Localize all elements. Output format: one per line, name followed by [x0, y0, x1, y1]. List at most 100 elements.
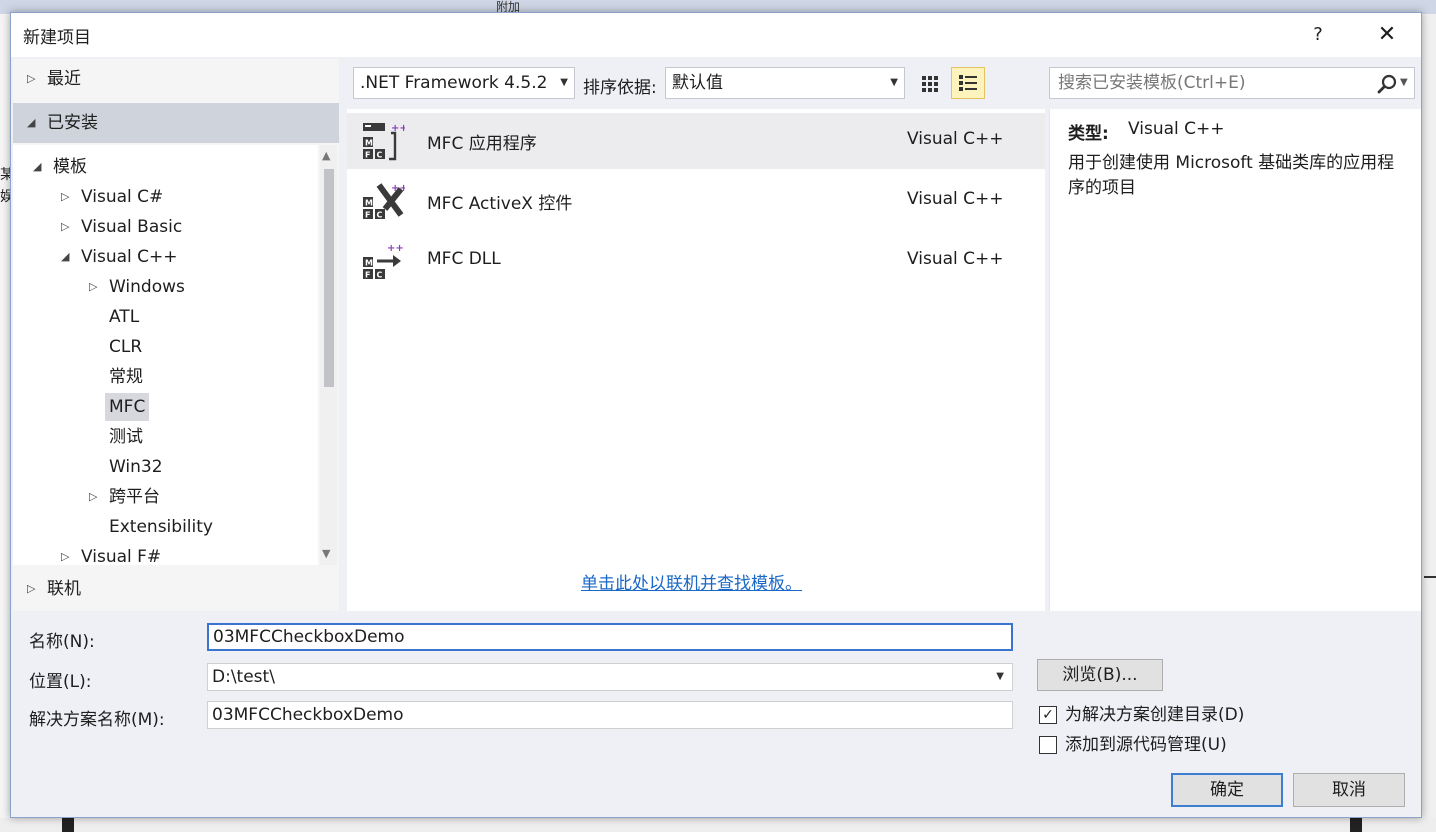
browse-button[interactable]: 浏览(B)... [1037, 659, 1163, 691]
location-label: 位置(L): [29, 672, 92, 692]
nav-installed[interactable]: ◢ 已安装 [13, 103, 339, 143]
nav-recent-label: 最近 [47, 69, 81, 89]
grid-view-button[interactable] [915, 67, 945, 99]
tree-scrollbar[interactable]: ▲ ▼ [320, 145, 337, 565]
scroll-up-icon[interactable]: ▲ [322, 149, 330, 162]
template-row-mfc-dll[interactable]: ++ M F C MFC DLL Visual C++ [347, 233, 1045, 289]
svg-text:F: F [365, 271, 370, 280]
tree-item-general[interactable]: 常规 [109, 363, 143, 391]
collapsed-arrow-icon: ▷ [27, 582, 36, 595]
template-language: Visual C++ [907, 189, 1004, 209]
tree-item-label: 模板 [53, 157, 87, 177]
svg-text:F: F [365, 211, 370, 220]
svg-text:M: M [365, 139, 373, 148]
ide-bottom-mark [1350, 818, 1362, 832]
nav-installed-label: 已安装 [47, 113, 98, 133]
chevron-down-icon: ▼ [560, 77, 568, 88]
collapsed-arrow-icon: ▷ [61, 190, 70, 203]
tree-item-visual-fsharp[interactable]: ▷ Visual F# [61, 543, 162, 565]
tree-item-win32[interactable]: Win32 [109, 453, 163, 481]
sort-dropdown[interactable]: 默认值 ▼ [665, 67, 905, 99]
expanded-arrow-icon: ◢ [61, 250, 70, 263]
framework-dropdown[interactable]: .NET Framework 4.5.2 ▼ [353, 67, 575, 99]
mfc-activex-icon: ++ M F C [363, 183, 405, 220]
svg-text:++: ++ [391, 183, 405, 194]
sort-value: 默认值 [672, 73, 723, 93]
template-row-mfc-activex[interactable]: ++ M F C MFC ActiveX 控件 Visual C++ [347, 173, 1045, 229]
scroll-down-icon[interactable]: ▼ [322, 547, 330, 560]
ide-bottom-edge [0, 818, 1436, 832]
mfc-application-icon: ++ M F C [363, 123, 405, 161]
svg-text:M: M [365, 259, 373, 268]
find-templates-online-link[interactable]: 单击此处以联机并查找模板。 [581, 569, 802, 594]
sort-label: 排序依据: [583, 78, 657, 98]
collapsed-arrow-icon: ▷ [61, 550, 70, 563]
tree-item-visual-basic[interactable]: ▷ Visual Basic [61, 213, 183, 241]
ide-bottom-mark [62, 818, 74, 832]
tree-item-visual-csharp[interactable]: ▷ Visual C# [61, 183, 163, 211]
list-view-button[interactable] [951, 67, 985, 99]
location-dropdown[interactable]: D:\test\ ▼ [207, 663, 1013, 691]
source-control-checkbox[interactable] [1039, 736, 1057, 754]
template-name: MFC DLL [427, 249, 501, 269]
ide-left-edge: 某 娱 [0, 14, 14, 832]
new-project-dialog: 新建项目 ? ✕ ▷ 最近 ◢ 已安装 ◢ 模板 ▷ Visual C# ▷ V… [10, 12, 1422, 818]
tree-item-extensibility[interactable]: Extensibility [109, 513, 213, 541]
tree-item-templates[interactable]: ◢ 模板 [33, 153, 87, 181]
tree-item-test[interactable]: 测试 [109, 423, 143, 451]
tree-item-visual-cpp[interactable]: ◢ Visual C++ [61, 243, 178, 271]
type-value: Visual C++ [1128, 119, 1225, 139]
chevron-down-icon[interactable]: ▼ [1400, 68, 1408, 98]
tree-item-atl[interactable]: ATL [109, 303, 139, 331]
tree-item-label: 测试 [109, 427, 143, 447]
template-search-input[interactable] [1056, 68, 1366, 98]
framework-value: .NET Framework 4.5.2 [360, 73, 548, 93]
solution-name-label: 解决方案名称(M): [29, 710, 165, 730]
template-language: Visual C++ [907, 249, 1004, 269]
create-directory-label: 为解决方案创建目录(D) [1065, 705, 1245, 725]
scroll-thumb[interactable] [324, 169, 334, 387]
tree-item-label: Visual F# [81, 547, 162, 565]
nav-online-label: 联机 [47, 579, 81, 599]
tree-item-label: Win32 [109, 457, 163, 477]
location-value: D:\test\ [212, 667, 275, 687]
template-search-box[interactable]: ▼ [1049, 67, 1415, 99]
tree-item-label: MFC [109, 397, 146, 417]
template-description: 用于创建使用 Microsoft 基础类库的应用程序的项目 [1068, 153, 1395, 198]
create-directory-checkbox[interactable]: ✓ [1039, 706, 1057, 724]
search-icon[interactable] [1376, 73, 1398, 95]
dialog-titlebar: 新建项目 ? ✕ [11, 13, 1421, 57]
tree-item-label: Windows [109, 277, 185, 297]
template-name: MFC 应用程序 [427, 134, 537, 154]
tree-item-cross-platform[interactable]: ▷ 跨平台 [89, 483, 160, 511]
solution-name-input[interactable] [207, 701, 1013, 729]
svg-text:++: ++ [391, 123, 405, 134]
collapsed-arrow-icon: ▷ [61, 220, 70, 233]
cancel-button[interactable]: 取消 [1293, 773, 1405, 807]
close-button[interactable]: ✕ [1367, 19, 1407, 51]
tree-item-label: ATL [109, 307, 140, 327]
tree-item-label: 跨平台 [109, 487, 160, 507]
template-row-mfc-app[interactable]: ++ M F C MFC 应用程序 Visual C++ [347, 113, 1045, 169]
help-button[interactable]: ? [1301, 19, 1335, 51]
ok-button[interactable]: 确定 [1171, 773, 1283, 807]
chevron-down-icon: ▼ [996, 671, 1004, 682]
svg-text:C: C [377, 211, 383, 220]
tree-item-label: Extensibility [109, 517, 213, 537]
expanded-arrow-icon: ◢ [33, 160, 42, 173]
nav-online[interactable]: ▷ 联机 [13, 569, 339, 609]
tree-item-label: CLR [109, 337, 143, 357]
template-list: ++ M F C MFC 应用程序 Visual C++ ++ M F C MF… [347, 109, 1045, 611]
tree-item-clr[interactable]: CLR [109, 333, 142, 361]
project-name-input[interactable] [207, 623, 1013, 651]
tree-item-label: Visual Basic [81, 217, 183, 237]
name-label: 名称(N): [29, 632, 95, 652]
tree-item-mfc[interactable]: MFC [105, 393, 150, 421]
tree-item-label: 常规 [109, 367, 143, 387]
tree-item-label: Visual C++ [81, 247, 178, 267]
list-view-icon [959, 75, 977, 91]
nav-recent[interactable]: ▷ 最近 [13, 59, 339, 99]
tree-item-windows[interactable]: ▷ Windows [89, 273, 185, 301]
ide-divider [1424, 576, 1436, 578]
source-control-label: 添加到源代码管理(U) [1065, 735, 1227, 755]
